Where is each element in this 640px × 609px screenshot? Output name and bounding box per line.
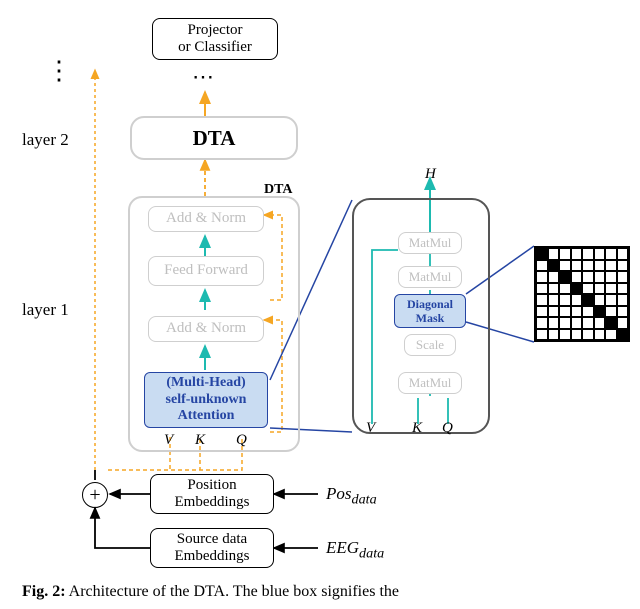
feedforward: Feed Forward (148, 256, 264, 286)
label-H: H (425, 166, 436, 183)
dta-small-label: DTA (264, 182, 293, 198)
sua-text: (Multi-Head) self-unknown Attention (166, 375, 247, 425)
plus-icon: + (82, 482, 108, 508)
matmul-bottom: MatMul (398, 372, 462, 394)
matmul-top: MatMul (398, 232, 462, 254)
diagonal-mask-box: Diagonal Mask (394, 294, 466, 328)
matmul-top-text: MatMul (409, 236, 452, 251)
detail-k: K (412, 420, 422, 437)
eeg-label: EEG (326, 538, 359, 557)
addnorm-top-text: Add & Norm (166, 210, 246, 227)
label-layer2: layer 2 (22, 130, 69, 150)
projector-box: Projector or Classifier (152, 18, 278, 60)
diagonal-mask-matrix (534, 246, 630, 342)
label-layer1: layer 1 (22, 300, 69, 320)
dta-layer2-box: DTA (130, 116, 298, 160)
source-embeddings-text: Source data Embeddings (175, 531, 250, 566)
scale-box: Scale (404, 334, 456, 356)
eeg-data-input: EEGdata (326, 538, 384, 562)
scale-text: Scale (416, 338, 444, 353)
matmul-mid: MatMul (398, 266, 462, 288)
source-embeddings-box: Source data Embeddings (150, 528, 274, 568)
vdots-icon: ⋮ (46, 56, 74, 86)
caption-bold: Fig. 2: (22, 583, 66, 600)
matmul-bottom-text: MatMul (409, 376, 452, 391)
self-unknown-attention-box: (Multi-Head) self-unknown Attention (144, 372, 268, 428)
pos-label: Pos (326, 484, 352, 503)
detail-q: Q (442, 420, 453, 437)
eeg-sub: data (359, 545, 384, 561)
projector-text: Projector or Classifier (178, 22, 252, 57)
detail-v: V (366, 420, 375, 437)
addnorm-bottom: Add & Norm (148, 316, 264, 342)
label-q: Q (236, 432, 247, 449)
position-embeddings-text: Position Embeddings (175, 477, 250, 512)
diagonal-mask-text: Diagonal Mask (407, 297, 453, 326)
addnorm-top: Add & Norm (148, 206, 264, 232)
label-v: V (164, 432, 173, 449)
position-embeddings-box: Position Embeddings (150, 474, 274, 514)
feedforward-text: Feed Forward (164, 262, 248, 279)
hdots-icon: ⋯ (192, 64, 216, 90)
pos-sub: data (352, 491, 377, 507)
figure-caption: Fig. 2: Architecture of the DTA. The blu… (22, 582, 618, 603)
addnorm-bottom-text: Add & Norm (166, 320, 246, 337)
label-k: K (195, 432, 205, 449)
matmul-mid-text: MatMul (409, 270, 452, 285)
dta-layer2-label: DTA (193, 126, 236, 151)
pos-data-input: Posdata (326, 484, 377, 508)
caption-rest: Architecture of the DTA. The blue box si… (66, 583, 399, 600)
